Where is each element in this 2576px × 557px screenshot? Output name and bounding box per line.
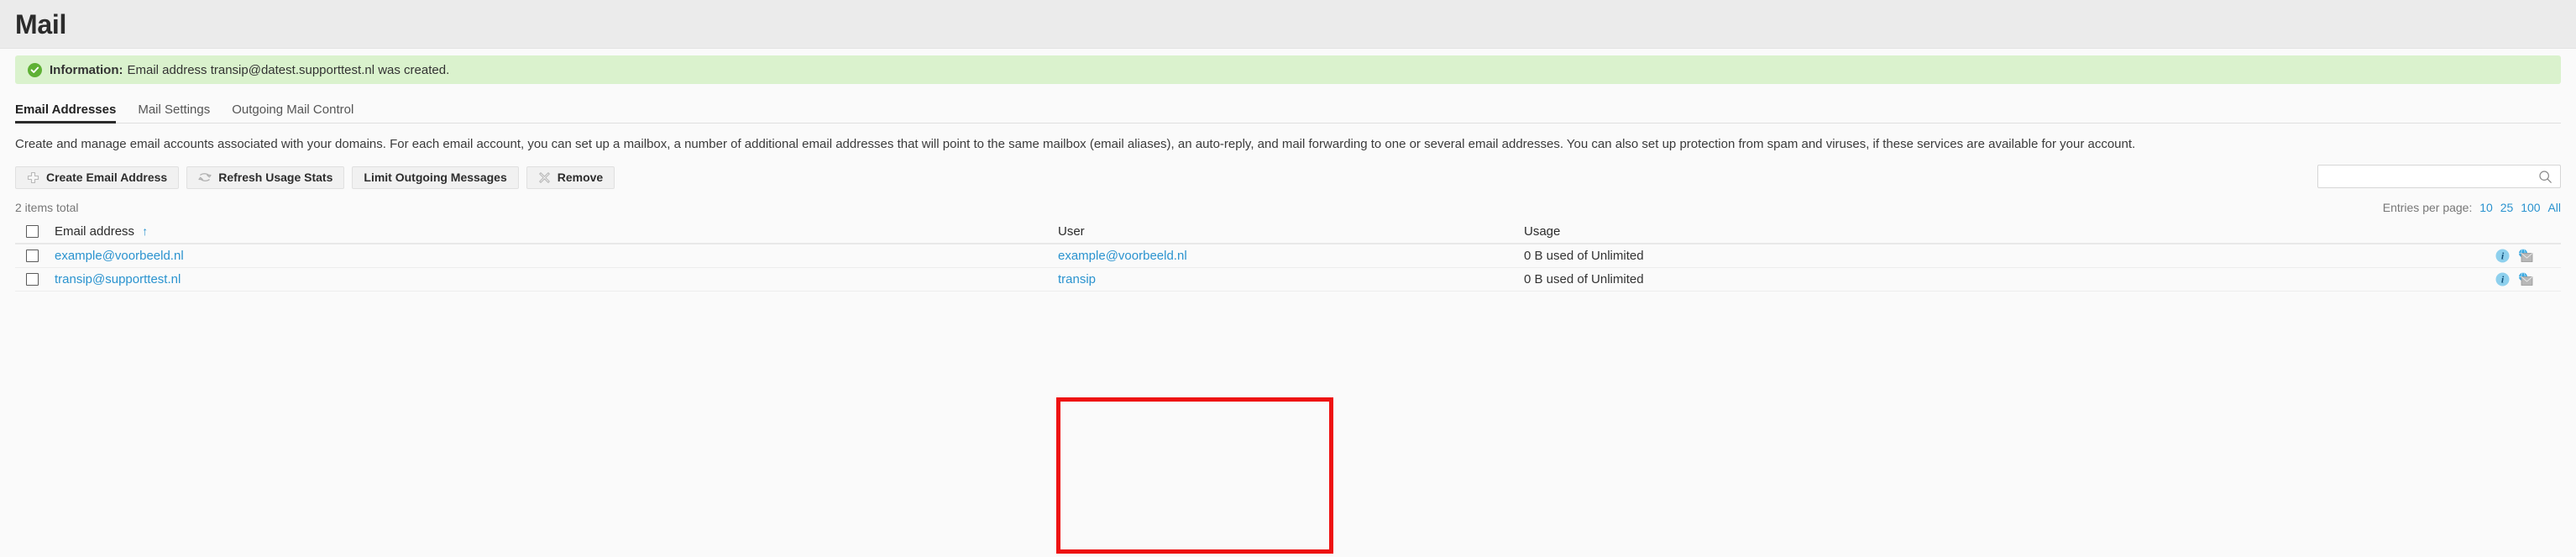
create-email-address-label: Create Email Address — [46, 171, 168, 185]
refresh-usage-stats-button[interactable]: Refresh Usage Stats — [186, 166, 345, 189]
banner-container: Information: Email address transip@dates… — [0, 49, 2576, 84]
column-header-user-label: User — [1058, 224, 1085, 239]
entries-option-10[interactable]: 10 — [2479, 201, 2493, 214]
tab-outgoing-mail-control[interactable]: Outgoing Mail Control — [232, 102, 353, 123]
row-email-address-cell: transip@supporttest.nl — [55, 272, 1058, 286]
page-title: Mail — [15, 8, 67, 39]
table-row: transip@supporttest.nl transip 0 B used … — [15, 268, 2561, 292]
webmail-icon[interactable] — [2517, 249, 2533, 263]
limit-outgoing-messages-button[interactable]: Limit Outgoing Messages — [352, 166, 519, 189]
page-description: Create and manage email accounts associa… — [15, 137, 2136, 151]
table-header-row: Email address ↑ User Usage — [15, 220, 2561, 245]
column-header-usage[interactable]: Usage — [1524, 224, 2495, 239]
tab-mail-settings[interactable]: Mail Settings — [138, 102, 210, 123]
table-meta-row: 2 items total Entries per page: 10 25 10… — [15, 201, 2561, 214]
create-email-address-button[interactable]: Create Email Address — [15, 166, 180, 189]
table-row: example@voorbeeld.nl example@voorbeeld.n… — [15, 244, 2561, 269]
select-all-cell — [15, 225, 55, 239]
tab-bar: Email Addresses Mail Settings Outgoing M… — [15, 98, 2561, 123]
plus-icon — [27, 171, 39, 184]
information-banner: Information: Email address transip@dates… — [15, 55, 2561, 84]
row-select-cell — [15, 250, 55, 263]
search-box[interactable] — [2317, 165, 2561, 189]
remove-button[interactable]: Remove — [526, 166, 615, 189]
row-usage-cell: 0 B used of Unlimited — [1524, 249, 1644, 264]
info-icon[interactable]: i — [2495, 249, 2510, 263]
user-link[interactable]: example@voorbeeld.nl — [1058, 249, 1187, 263]
row-user-cell: example@voorbeeld.nl — [1058, 249, 1524, 263]
row-select-cell — [15, 273, 55, 286]
row-user-cell: transip — [1058, 272, 1524, 286]
entries-per-page: Entries per page: 10 25 100 All — [2383, 201, 2561, 214]
limit-outgoing-messages-label: Limit Outgoing Messages — [364, 171, 507, 185]
select-all-checkbox[interactable] — [26, 225, 39, 239]
email-address-link[interactable]: example@voorbeeld.nl — [55, 249, 184, 263]
row-checkbox[interactable] — [26, 273, 39, 286]
column-header-usage-label: Usage — [1524, 224, 1561, 239]
banner-label: Information: — [50, 62, 123, 77]
entries-option-25[interactable]: 25 — [2500, 201, 2514, 214]
row-actions-cell: i — [2495, 249, 2561, 263]
row-usage-cell: 0 B used of Unlimited — [1524, 272, 1644, 287]
toolbar: Create Email Address Refresh Usage Stats… — [15, 165, 2561, 190]
entries-option-100[interactable]: 100 — [2521, 201, 2540, 214]
remove-label: Remove — [557, 171, 604, 185]
email-address-link[interactable]: transip@supporttest.nl — [55, 272, 181, 286]
check-circle-icon — [28, 62, 42, 77]
user-link[interactable]: transip — [1058, 272, 1096, 286]
email-addresses-table: Email address ↑ User Usage example@voorb… — [15, 220, 2561, 292]
row-checkbox[interactable] — [26, 250, 39, 263]
refresh-icon — [198, 171, 212, 184]
refresh-usage-stats-label: Refresh Usage Stats — [218, 171, 333, 185]
search-input[interactable] — [2318, 166, 2538, 188]
banner-message: Email address transip@datest.supporttest… — [127, 62, 450, 77]
page-header: Mail — [0, 0, 2576, 49]
column-header-email-address[interactable]: Email address ↑ — [55, 224, 1058, 239]
column-header-user[interactable]: User — [1058, 224, 1524, 239]
tab-email-addresses[interactable]: Email Addresses — [15, 102, 117, 123]
search-icon[interactable] — [2538, 170, 2560, 184]
info-icon[interactable]: i — [2495, 272, 2510, 286]
mail-page: Mail Information: Email address transip@… — [0, 0, 2576, 557]
sort-ascending-icon: ↑ — [142, 224, 149, 239]
x-icon — [538, 171, 551, 184]
row-actions-cell: i — [2495, 272, 2561, 286]
entries-per-page-label: Entries per page: — [2382, 201, 2473, 215]
row-email-address-cell: example@voorbeeld.nl — [55, 249, 1058, 263]
annotation-highlight-user-column — [1056, 397, 1333, 554]
items-total: 2 items total — [15, 201, 79, 215]
entries-option-all[interactable]: All — [2547, 201, 2561, 214]
column-header-email-address-label: Email address — [55, 224, 135, 239]
webmail-icon[interactable] — [2517, 272, 2533, 286]
